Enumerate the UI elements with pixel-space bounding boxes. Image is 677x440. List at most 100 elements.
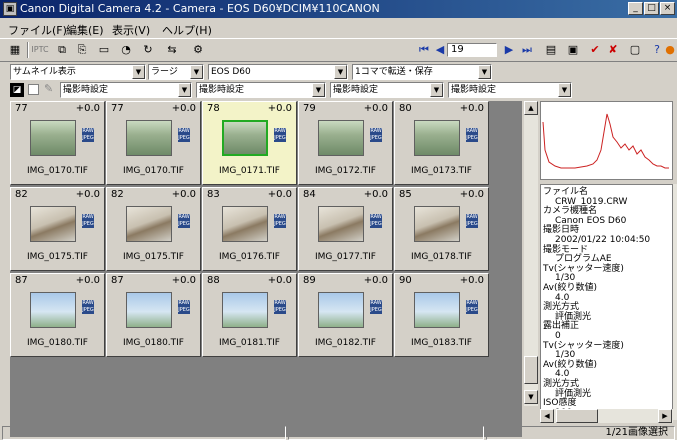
- exposure-icon[interactable]: ◪: [10, 83, 24, 97]
- view-mode-select[interactable]: サムネイル表示 ▼: [10, 64, 146, 80]
- frame-number: 82: [111, 189, 124, 200]
- grid-scrollbar[interactable]: ▲ ▼: [524, 101, 538, 406]
- thumbnail-image[interactable]: [30, 120, 76, 156]
- scroll-left-button[interactable]: ◀: [540, 409, 554, 423]
- thumbnail-item[interactable]: 83 +0.0 RAW JPEG IMG_0176.TIF: [202, 187, 297, 271]
- sort-value-3: 撮影時設定: [333, 85, 379, 95]
- paste-icon[interactable]: ⎘: [73, 42, 91, 58]
- chevron-down-icon[interactable]: ▼: [558, 83, 571, 97]
- info-value: 4.0: [555, 369, 570, 380]
- chevron-down-icon[interactable]: ▼: [190, 65, 203, 79]
- chevron-down-icon[interactable]: ▼: [478, 65, 491, 79]
- thumbnail-image[interactable]: [30, 292, 76, 328]
- scroll-up-button[interactable]: ▲: [524, 101, 538, 115]
- scroll-right-button[interactable]: ▶: [658, 409, 672, 423]
- badge-jpeg-label: JPEG: [178, 307, 190, 313]
- file-name: IMG_0173.TIF: [411, 166, 472, 176]
- thumbnail-image[interactable]: [126, 206, 172, 242]
- thumbnail-item[interactable]: 82 +0.0 RAW JPEG IMG_0175.TIF: [106, 187, 201, 271]
- camera-settings-icon[interactable]: ◔: [117, 42, 135, 58]
- thumbnail-image[interactable]: [222, 292, 268, 328]
- thumbnail-item[interactable]: 90 +0.0 RAW JPEG IMG_0183.TIF: [394, 273, 489, 357]
- thumbnail-image[interactable]: [30, 206, 76, 242]
- sort-select-1[interactable]: 撮影時設定 ▼: [60, 82, 192, 98]
- scroll-thumb[interactable]: [524, 356, 538, 384]
- thumbnail-image[interactable]: [222, 120, 268, 156]
- sort-select-2[interactable]: 撮影時設定 ▼: [196, 82, 326, 98]
- display-icon[interactable]: ▭: [95, 42, 113, 58]
- close-button[interactable]: ×: [660, 2, 675, 15]
- filter-checkbox[interactable]: [28, 84, 39, 95]
- chevron-down-icon[interactable]: ▼: [178, 83, 191, 97]
- grid-view-icon[interactable]: ▦: [6, 42, 24, 58]
- info-horizontal-scrollbar[interactable]: ◀ ▶: [540, 409, 673, 423]
- thumbnail-image[interactable]: [414, 206, 460, 242]
- thumbnail-item[interactable]: 78 +0.0 RAW JPEG IMG_0171.TIF: [202, 101, 297, 185]
- thumbnail-item[interactable]: 82 +0.0 RAW JPEG IMG_0175.TIF: [10, 187, 105, 271]
- exposure-value: +0.0: [171, 189, 196, 200]
- chevron-down-icon[interactable]: ▼: [334, 65, 347, 79]
- thumbnail-item[interactable]: 77 +0.0 RAW JPEG IMG_0170.TIF: [106, 101, 201, 185]
- thumbnail-item[interactable]: 88 +0.0 RAW JPEG IMG_0181.TIF: [202, 273, 297, 357]
- exposure-value: +0.0: [267, 275, 292, 286]
- transfer-icon[interactable]: ⇆: [163, 42, 181, 58]
- chevron-down-icon[interactable]: ▼: [132, 65, 145, 79]
- check-icon[interactable]: ✔: [586, 42, 604, 58]
- last-frame-icon[interactable]: ⏭: [518, 42, 536, 58]
- delete-icon[interactable]: ✘: [604, 42, 622, 58]
- menu-view[interactable]: 表示(V): [112, 22, 150, 38]
- pen-icon[interactable]: ✎: [44, 82, 53, 95]
- thumbnail-item[interactable]: 87 +0.0 RAW JPEG IMG_0180.TIF: [106, 273, 201, 357]
- globe-icon[interactable]: ●: [664, 42, 676, 58]
- sort-select-3[interactable]: 撮影時設定 ▼: [330, 82, 444, 98]
- menu-help[interactable]: ヘルプ(H): [162, 22, 212, 38]
- rotate-icon[interactable]: ↻: [139, 42, 157, 58]
- menu-edit[interactable]: 編集(E): [66, 22, 104, 38]
- exposure-value: +0.0: [363, 275, 388, 286]
- print-icon[interactable]: ▣: [564, 42, 582, 58]
- toolbar: ▦ IPTC ⧉ ⎘ ▭ ◔ ↻ ⇆ ⚙ ⏮ ◀ 19 ▶ ⏭ ▤ ▣ ✔ ✘ …: [0, 38, 677, 62]
- exposure-value: +0.0: [267, 103, 292, 114]
- thumbnail-item[interactable]: 79 +0.0 RAW JPEG IMG_0172.TIF: [298, 101, 393, 185]
- thumbnail-image[interactable]: [126, 292, 172, 328]
- slideshow-icon[interactable]: ▤: [542, 42, 560, 58]
- thumbnail-image[interactable]: [414, 120, 460, 156]
- thumbnail-image[interactable]: [318, 292, 364, 328]
- iptc-icon[interactable]: IPTC: [31, 42, 49, 58]
- info-label: Av(絞り数値): [543, 283, 597, 293]
- chevron-down-icon[interactable]: ▼: [312, 83, 325, 97]
- frame-number: 85: [399, 189, 412, 200]
- frame-number-field[interactable]: 19: [447, 43, 497, 57]
- maximize-button[interactable]: □: [644, 2, 659, 15]
- copy-icon[interactable]: ⧉: [53, 42, 71, 58]
- next-frame-icon[interactable]: ▶: [500, 42, 518, 58]
- thumbnail-item[interactable]: 85 +0.0 RAW JPEG IMG_0178.TIF: [394, 187, 489, 271]
- info-icon[interactable]: ▢: [626, 42, 644, 58]
- thumbnail-image[interactable]: [318, 120, 364, 156]
- thumbnail-image[interactable]: [414, 292, 460, 328]
- thumbnail-item[interactable]: 87 +0.0 RAW JPEG IMG_0180.TIF: [10, 273, 105, 357]
- thumbnail-item[interactable]: 80 +0.0 RAW JPEG IMG_0173.TIF: [394, 101, 489, 185]
- thumbnail-item[interactable]: 89 +0.0 RAW JPEG IMG_0182.TIF: [298, 273, 393, 357]
- thumbnail-image[interactable]: [318, 206, 364, 242]
- sort-select-4[interactable]: 撮影時設定 ▼: [448, 82, 572, 98]
- window-controls: _ □ ×: [627, 2, 675, 15]
- exposure-value: +0.0: [363, 103, 388, 114]
- hscroll-thumb[interactable]: [556, 409, 598, 423]
- camera-select[interactable]: EOS D60 ▼: [208, 64, 348, 80]
- settings-icon[interactable]: ⚙: [189, 42, 207, 58]
- info-scrollbar-right[interactable]: [673, 184, 677, 420]
- transfer-select[interactable]: 1コマで転送・保存 ▼: [352, 64, 492, 80]
- thumbnail-item[interactable]: 84 +0.0 RAW JPEG IMG_0177.TIF: [298, 187, 393, 271]
- minimize-button[interactable]: _: [628, 2, 643, 15]
- thumbnail-image[interactable]: [222, 206, 268, 242]
- status-pane-2: [288, 426, 484, 440]
- size-select[interactable]: ラージ ▼: [148, 64, 204, 80]
- scroll-down-button[interactable]: ▼: [524, 390, 538, 404]
- camera-icon[interactable]: ▣: [3, 2, 17, 16]
- thumbnail-image[interactable]: [126, 120, 172, 156]
- thumbnail-grid[interactable]: 77 +0.0 RAW JPEG IMG_0170.TIF 77 +0.0 RAW JPEG IM…: [10, 101, 522, 437]
- thumbnail-item[interactable]: 77 +0.0 RAW JPEG IMG_0170.TIF: [10, 101, 105, 185]
- menu-file[interactable]: ファイル(F): [8, 22, 67, 38]
- chevron-down-icon[interactable]: ▼: [430, 83, 443, 97]
